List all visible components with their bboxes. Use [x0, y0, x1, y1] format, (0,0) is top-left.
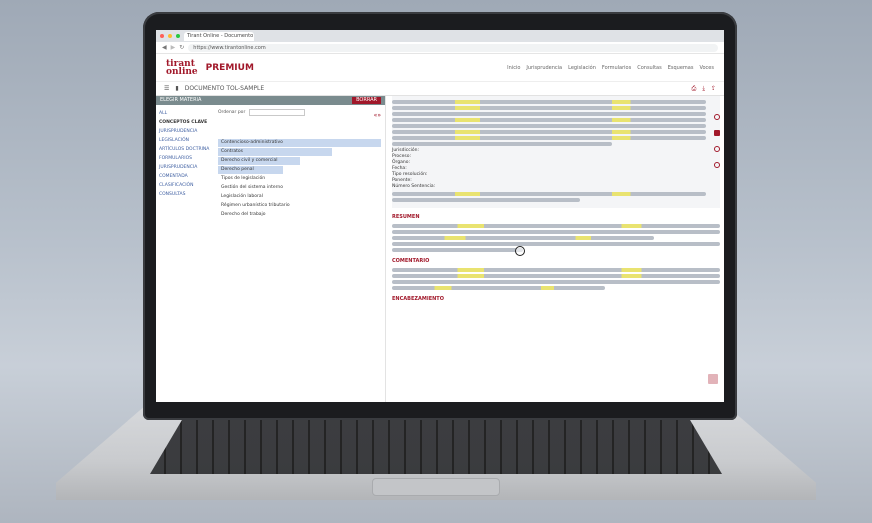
tree-item[interactable]: Derecho penal [218, 166, 284, 174]
left-panel: «» ELEGIR MATERIA BORRAR ALL CONCEPTOS C… [156, 96, 386, 402]
text-line [392, 106, 706, 110]
nav-item[interactable]: Inicio [507, 65, 520, 71]
filter-list: ALL CONCEPTOS CLAVE JURISPRUDENCIA LEGIS… [156, 105, 214, 224]
doc-metadata: Jurisdicción: Proceso: Órgano: Fecha: Ti… [392, 148, 706, 190]
laptop-trackpad [372, 478, 500, 496]
text-line [392, 142, 612, 146]
sort-label: Ordenar por [218, 110, 246, 115]
sort-select[interactable] [249, 109, 306, 116]
share-icon[interactable]: ⇪ [711, 85, 716, 92]
tree-item[interactable]: Contratos [218, 148, 333, 156]
logo-line2: online [166, 66, 198, 77]
section-heading: RESUMEN [392, 214, 420, 220]
bookmark-icon[interactable] [714, 114, 720, 120]
browser-tabbar: Tirant Online - Documento [156, 30, 724, 42]
tree-item[interactable]: Régimen urbanístico tributario [218, 202, 381, 210]
section-heading: ENCABEZAMIENTO [392, 296, 444, 302]
maximize-window-icon[interactable] [176, 34, 180, 38]
meta-number: Número Sentencia: [392, 184, 436, 189]
filter-item[interactable]: LEGISLACIÓN [159, 136, 211, 145]
text-line [392, 280, 720, 284]
address-bar[interactable]: https://www.tirantonline.com [188, 43, 718, 52]
filter-item[interactable]: CLASIFICACIÓN [159, 181, 211, 190]
text-line [392, 124, 706, 128]
text-line [392, 136, 706, 140]
tree-item[interactable]: Derecho civil y comercial [218, 157, 300, 165]
text-line [392, 274, 720, 278]
product-name: PREMIUM [205, 62, 254, 73]
document-toolbar: ☰ ▮ DOCUMENTO TOL-SAMPLE ⎙ ⤓ ⇪ [156, 82, 724, 96]
text-line [392, 130, 706, 134]
text-line [392, 112, 706, 116]
tree-item[interactable]: Legislación laboral [218, 193, 381, 201]
filters: ALL CONCEPTOS CLAVE JURISPRUDENCIA LEGIS… [156, 105, 385, 224]
scroll-top-button[interactable] [708, 374, 718, 384]
collapse-icon[interactable]: «» [374, 112, 381, 119]
text-line [392, 242, 720, 246]
site-header: tirant online PREMIUM Inicio Jurispruden… [156, 54, 724, 82]
section-heading: COMENTARIO [392, 258, 430, 264]
comment-paragraph [392, 268, 720, 290]
nav-item[interactable]: Legislación [568, 65, 596, 71]
document-title: DOCUMENTO TOL-SAMPLE [184, 85, 265, 92]
text-line [392, 286, 606, 290]
browser-tab[interactable]: Tirant Online - Documento [184, 31, 254, 41]
top-nav: Inicio Jurisprudencia Legislación Formul… [507, 65, 714, 71]
sort-row: Ordenar por [218, 109, 381, 116]
laptop-screen: Tirant Online - Documento ◀ ▶ ↻ https://… [156, 30, 724, 402]
text-line [392, 192, 706, 196]
tree-item[interactable]: Tipos de legislación [218, 175, 381, 183]
text-line [392, 118, 706, 122]
panel-title: ELEGIR MATERIA [160, 97, 202, 103]
mouse-cursor [515, 246, 525, 256]
filter-item[interactable]: FORMULARIOS [159, 154, 211, 163]
back-icon[interactable]: ◀ [162, 44, 167, 51]
filter-item[interactable]: JURISPRUDENCIA COMENTADA [159, 163, 211, 181]
print-icon[interactable]: ⎙ [692, 85, 697, 93]
main-layout: «» ELEGIR MATERIA BORRAR ALL CONCEPTOS C… [156, 96, 724, 402]
left-panel-header: ELEGIR MATERIA BORRAR [156, 96, 385, 105]
document-body: Jurisdicción: Proceso: Órgano: Fecha: Ti… [392, 96, 720, 208]
filter-item[interactable]: CONCEPTOS CLAVE [159, 118, 211, 127]
text-line [392, 236, 655, 240]
tree-item[interactable]: Contencioso-administrativo [218, 139, 381, 147]
note-icon[interactable] [714, 130, 720, 136]
side-actions [714, 114, 723, 168]
alert-icon[interactable] [714, 146, 720, 152]
filter-item[interactable]: JURISPRUDENCIA [159, 127, 211, 136]
filter-tree-area: Ordenar por Contencioso-administrativo C… [214, 105, 385, 224]
browser-urlbar: ◀ ▶ ↻ https://www.tirantonline.com [156, 42, 724, 54]
save-icon[interactable] [714, 162, 720, 168]
document-pane: Jurisdicción: Proceso: Órgano: Fecha: Ti… [386, 96, 724, 402]
filter-item[interactable]: ARTÍCULOS DOCTRINA [159, 145, 211, 154]
minimize-window-icon[interactable] [168, 34, 172, 38]
nav-item[interactable]: Formularios [602, 65, 631, 71]
text-line [392, 198, 581, 202]
text-line [392, 224, 720, 228]
tree-item[interactable]: Derecho del trabajo [218, 211, 381, 219]
text-line [392, 248, 524, 252]
summary-paragraph [392, 224, 720, 252]
filter-item[interactable]: ALL [159, 109, 211, 118]
menu-icon[interactable]: ☰ [164, 85, 169, 92]
nav-item[interactable]: Jurisprudencia [526, 65, 562, 71]
text-line [392, 100, 706, 104]
forward-icon[interactable]: ▶ [171, 44, 176, 51]
tree-item[interactable]: Gestión del sistema interno [218, 184, 381, 192]
text-line [392, 268, 720, 272]
reload-icon[interactable]: ↻ [179, 44, 184, 51]
nav-item[interactable]: Esquemas [668, 65, 694, 71]
brand-logo[interactable]: tirant online [166, 59, 198, 77]
laptop-keyboard [150, 416, 722, 474]
scene: Tirant Online - Documento ◀ ▶ ↻ https://… [0, 0, 872, 523]
close-window-icon[interactable] [160, 34, 164, 38]
nav-item[interactable]: Consultas [637, 65, 662, 71]
document-icon: ▮ [175, 85, 179, 92]
text-line [392, 230, 720, 234]
clear-button[interactable]: BORRAR [352, 97, 381, 104]
nav-item[interactable]: Voces [699, 65, 714, 71]
download-icon[interactable]: ⤓ [702, 85, 705, 93]
filter-item[interactable]: CONSULTAS [159, 190, 211, 199]
